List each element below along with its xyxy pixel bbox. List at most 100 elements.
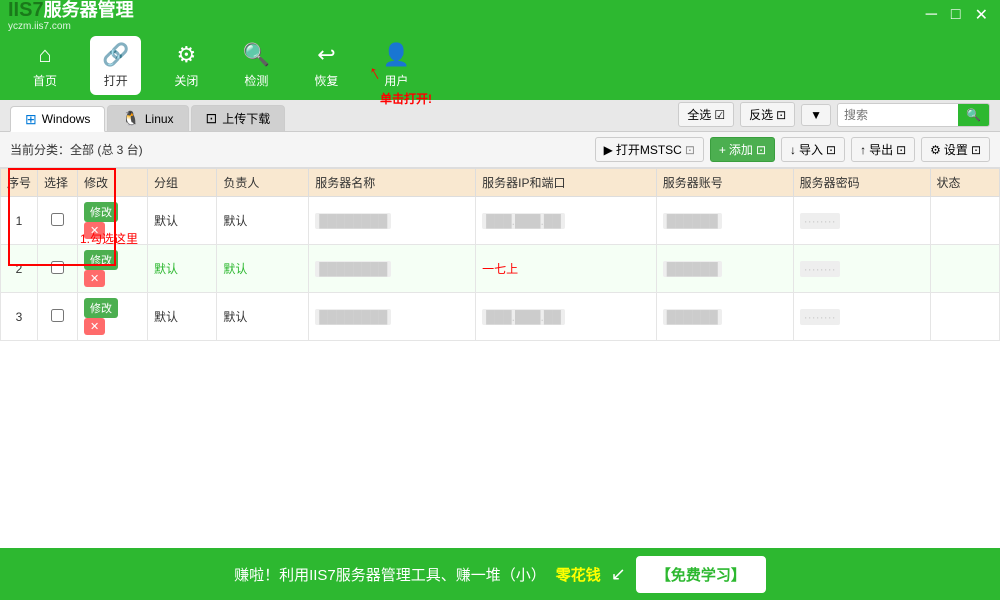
toolbar-restore-label: 恢复 — [314, 72, 338, 89]
invert-select-button[interactable]: 反选 ⊡ — [740, 102, 795, 127]
export-icon: ↑ — [860, 143, 866, 157]
cell-ip-3: ███.███.██ — [476, 293, 657, 341]
add-label: 添加 — [729, 141, 753, 158]
checkbox-3[interactable] — [51, 309, 64, 322]
toolbar-open[interactable]: 🔗 打开 — [90, 36, 141, 95]
toolbar-close[interactable]: ⚙ 关闭 — [161, 38, 211, 93]
export-label: 导出 — [869, 141, 893, 158]
import-extra-icon: ⊡ — [826, 143, 836, 157]
bottom-banner: 赚啦！利用IIS7服务器管理工具、赚一堆（小） 零花钱 ↙ 【免费学习】 — [0, 548, 1000, 600]
modify-btn-1[interactable]: 修改 — [84, 202, 118, 222]
toolbar-user-label: 用户 — [384, 72, 408, 89]
banner-highlight: 零花钱 — [556, 564, 601, 585]
cell-name-1: ████████ — [309, 197, 476, 245]
tab-upload[interactable]: ⊡ 上传下载 — [191, 105, 286, 131]
toolbar-detect[interactable]: 🔍 检测 — [231, 38, 281, 93]
restore-icon: ↩ — [317, 42, 335, 68]
settings-icon: ⚙ — [930, 143, 941, 157]
table-body: 1 修改 ✕ 默认 默认 ████████ ███.███.██ ██████ … — [1, 197, 1000, 341]
filter-dropdown[interactable]: ▼ — [801, 104, 831, 126]
toolbar-detect-label: 检测 — [244, 72, 268, 89]
ip-blurred-1: ███.███.██ — [482, 213, 565, 229]
select-all-icon: ☑ — [714, 108, 725, 122]
toolbar-restore[interactable]: ↩ 恢复 — [301, 38, 351, 93]
checkbox-1[interactable] — [51, 213, 64, 226]
cell-ip-2: 一七上 — [476, 245, 657, 293]
title-bar-controls: ─ □ ✕ — [922, 3, 992, 27]
title-bar-left: IIS7服务器管理 yczm.iis7.com — [8, 0, 134, 32]
import-icon: ↓ — [790, 143, 796, 157]
toolbar-home-label: 首页 — [33, 72, 57, 89]
delete-btn-3[interactable]: ✕ — [84, 318, 105, 335]
col-status: 状态 — [930, 169, 999, 197]
import-button[interactable]: ↓ 导入 ⊡ — [781, 137, 845, 162]
settings-extra-icon: ⊡ — [971, 143, 981, 157]
col-password: 服务器密码 — [793, 169, 930, 197]
close-app-icon: ⚙ — [177, 42, 197, 68]
cell-modify-1: 修改 ✕ — [78, 197, 148, 245]
delete-btn-1[interactable]: ✕ — [84, 222, 105, 239]
select-all-button[interactable]: 全选 ☑ — [678, 102, 734, 127]
modify-btn-3[interactable]: 修改 — [84, 298, 118, 318]
col-ip: 服务器IP和端口 — [476, 169, 657, 197]
table-header: 序号 选择 修改 分组 负责人 服务器名称 服务器IP和端口 服务器账号 服务器… — [1, 169, 1000, 197]
col-index: 序号 — [1, 169, 38, 197]
tabs-right: 全选 ☑ 反选 ⊡ ▼ 🔍 — [678, 102, 990, 127]
delete-btn-2[interactable]: ✕ — [84, 270, 105, 287]
cell-account-3: ██████ — [656, 293, 793, 341]
toolbar-home[interactable]: ⌂ 首页 — [20, 38, 70, 93]
col-owner: 负责人 — [217, 169, 309, 197]
ip-text-2: 一七上 — [482, 262, 518, 276]
cell-select-3[interactable] — [38, 293, 78, 341]
open-mstsc-button[interactable]: ▶ 打开MSTSC ⊡ — [595, 137, 704, 162]
cell-group-2: 默认 — [148, 245, 217, 293]
search-button[interactable]: 🔍 — [958, 104, 989, 126]
cell-index-3: 3 — [1, 293, 38, 341]
minimize-button[interactable]: ─ — [922, 4, 941, 26]
toolbar: ⌂ 首页 🔗 打开 ⚙ 关闭 🔍 检测 ↩ 恢复 👤 用户 单击打开! ↑ — [0, 30, 1000, 100]
import-label: 导入 — [799, 141, 823, 158]
table-container: 序号 选择 修改 分组 负责人 服务器名称 服务器IP和端口 服务器账号 服务器… — [0, 168, 1000, 341]
app-window: IIS7服务器管理 yczm.iis7.com ─ □ ✕ ⌂ 首页 🔗 打开 … — [0, 0, 1000, 600]
linux-icon: 🐧 — [122, 110, 139, 127]
add-icon: + — [719, 143, 726, 157]
settings-label: 设置 — [944, 141, 968, 158]
maximize-button[interactable]: □ — [947, 4, 965, 26]
search-input[interactable] — [838, 105, 958, 125]
free-learn-button[interactable]: 【免费学习】 — [636, 556, 766, 593]
header-row: 序号 选择 修改 分组 负责人 服务器名称 服务器IP和端口 服务器账号 服务器… — [1, 169, 1000, 197]
invert-icon: ⊡ — [776, 108, 786, 122]
checkbox-2[interactable] — [51, 261, 64, 274]
action-bar: 当前分类：全部 (总 3 台) ▶ 打开MSTSC ⊡ + 添加 ⊡ ↓ 导入 … — [0, 132, 1000, 168]
tab-linux[interactable]: 🐧 Linux — [107, 105, 188, 131]
cell-owner-2: 默认 — [217, 245, 309, 293]
cell-ip-1: ███.███.██ — [476, 197, 657, 245]
search-box: 🔍 — [837, 103, 990, 127]
banner-prefix: 赚啦！利用IIS7服务器管理工具、赚一堆（小） — [234, 564, 546, 585]
settings-button[interactable]: ⚙ 设置 ⊡ — [921, 137, 990, 162]
cell-select-2[interactable] — [38, 245, 78, 293]
cell-index-2: 2 — [1, 245, 38, 293]
toolbar-open-label: 打开 — [104, 72, 128, 89]
modify-btn-2[interactable]: 修改 — [84, 250, 118, 270]
add-button[interactable]: + 添加 ⊡ — [710, 137, 775, 162]
ip-blurred-3: ███.███.██ — [482, 309, 565, 325]
cell-status-1 — [930, 197, 999, 245]
open-icon: 🔗 — [102, 42, 129, 68]
cell-modify-2: 修改 ✕ — [78, 245, 148, 293]
app-logo: IIS7服务器管理 yczm.iis7.com — [8, 0, 134, 32]
cell-status-2 — [930, 245, 999, 293]
cell-group-1: 默认 — [148, 197, 217, 245]
password-blurred-2: ········ — [800, 261, 840, 277]
close-button[interactable]: ✕ — [971, 3, 992, 27]
name-blurred-2: ████████ — [315, 261, 391, 277]
tab-upload-label: 上传下载 — [222, 110, 270, 127]
cell-password-2: ········ — [793, 245, 930, 293]
cell-index-1: 1 — [1, 197, 38, 245]
tab-windows[interactable]: ⊞ Windows — [10, 106, 105, 132]
cell-select-1[interactable] — [38, 197, 78, 245]
export-button[interactable]: ↑ 导出 ⊡ — [851, 137, 915, 162]
tab-linux-label: Linux — [145, 112, 174, 126]
toolbar-user[interactable]: 👤 用户 — [371, 38, 421, 93]
content-area: 当前分类：全部 (总 3 台) ▶ 打开MSTSC ⊡ + 添加 ⊡ ↓ 导入 … — [0, 132, 1000, 548]
